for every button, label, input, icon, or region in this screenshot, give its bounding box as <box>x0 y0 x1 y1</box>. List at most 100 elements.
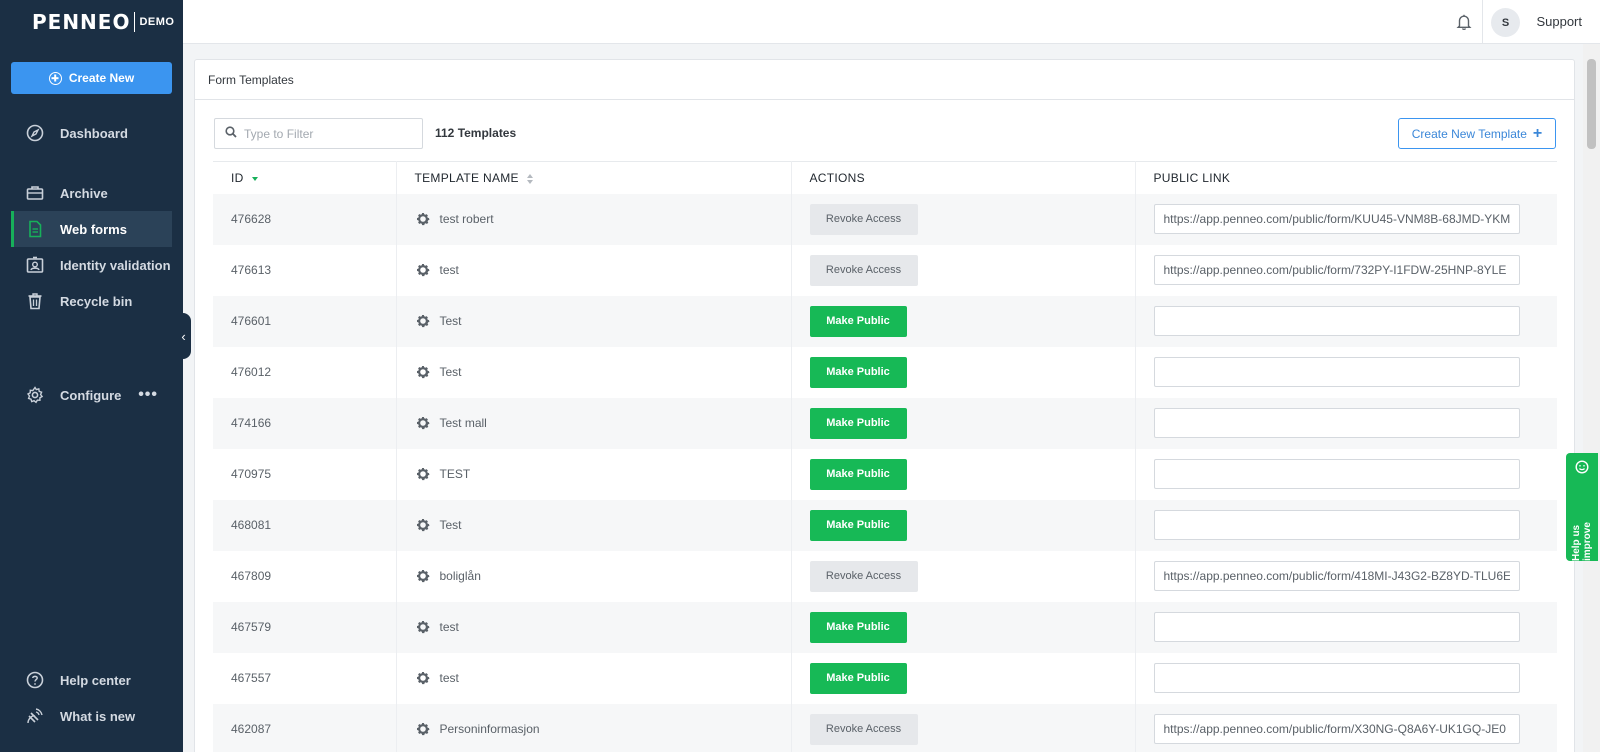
settings-gear-icon[interactable] <box>415 364 431 380</box>
sidebar-item-archive[interactable]: Archive <box>11 175 172 211</box>
sidebar-item-dashboard[interactable]: Dashboard <box>11 115 172 151</box>
template-id: 476012 <box>231 365 272 379</box>
make-public-button[interactable]: Make Public <box>809 407 907 439</box>
public-link-cell <box>1135 652 1557 704</box>
public-link-field[interactable] <box>1153 612 1520 642</box>
help-us-improve-label: Help us improve <box>1571 522 1593 561</box>
revoke-access-button[interactable]: Revoke Access <box>809 203 918 235</box>
scrollbar-thumb[interactable] <box>1587 59 1596 149</box>
bell-icon[interactable] <box>1455 13 1473 31</box>
settings-gear-icon[interactable] <box>415 262 431 278</box>
public-link-field[interactable] <box>1153 306 1520 336</box>
template-name-cell: test <box>396 244 792 296</box>
card-title: Form Templates <box>195 60 1574 100</box>
templates-table: ID TEMPLATE NAME ACTIONS PUBLIC LINK 476… <box>213 161 1557 752</box>
public-link-field[interactable] <box>1153 357 1520 387</box>
actions-cell: Make Public <box>791 397 1136 449</box>
trash-icon <box>25 291 45 311</box>
sidebar-item-label: Recycle bin <box>60 293 133 309</box>
public-link-field[interactable] <box>1153 663 1520 693</box>
page-scrollbar[interactable] <box>1583 44 1600 752</box>
template-name: boliglån <box>439 569 481 583</box>
column-header-id[interactable]: ID <box>213 161 397 194</box>
sidebar-item-what-is-new[interactable]: What is new <box>11 698 172 734</box>
sidebar-item-configure[interactable]: Configure ••• <box>11 377 172 413</box>
public-link-field[interactable] <box>1153 459 1520 489</box>
make-public-button[interactable]: Make Public <box>809 305 907 337</box>
sidebar-item-web-forms[interactable]: Web forms <box>11 211 172 247</box>
settings-gear-icon[interactable] <box>415 517 431 533</box>
settings-gear-icon[interactable] <box>415 211 431 227</box>
revoke-access-button[interactable]: Revoke Access <box>809 560 918 592</box>
plus-circle-icon <box>48 71 62 85</box>
public-link-field[interactable] <box>1153 510 1520 540</box>
user-name[interactable]: Support <box>1536 14 1582 29</box>
settings-gear-icon[interactable] <box>415 313 431 329</box>
create-new-template-button[interactable]: Create New Template + <box>1398 118 1556 149</box>
public-link-field[interactable] <box>1153 714 1520 744</box>
sidebar-item-recycle-bin[interactable]: Recycle bin <box>11 283 172 319</box>
template-name: test <box>439 620 459 634</box>
create-new-label: Create New <box>68 71 135 85</box>
public-link-field[interactable] <box>1153 204 1520 234</box>
question-circle-icon <box>25 670 45 690</box>
template-name: Personinformasjon <box>439 722 540 736</box>
filter-box[interactable] <box>214 118 423 149</box>
template-id: 467579 <box>231 620 272 634</box>
settings-gear-icon[interactable] <box>415 466 431 482</box>
sidebar-item-help-center[interactable]: Help center <box>11 662 172 698</box>
public-link-field[interactable] <box>1153 561 1520 591</box>
sidebar-item-label: Configure <box>60 387 122 403</box>
actions-cell: Revoke Access <box>791 703 1136 752</box>
template-name-cell: Personinformasjon <box>396 703 792 752</box>
make-public-button[interactable]: Make Public <box>809 611 907 643</box>
sidebar-item-identity-validation[interactable]: Identity validation <box>11 247 172 283</box>
public-link-cell <box>1135 193 1557 245</box>
make-public-button[interactable]: Make Public <box>809 509 907 541</box>
public-link-field[interactable] <box>1153 255 1520 285</box>
template-id-cell: 474166 <box>213 397 397 449</box>
settings-gear-icon[interactable] <box>415 670 431 686</box>
filter-input[interactable] <box>244 126 414 141</box>
make-public-button[interactable]: Make Public <box>809 356 907 388</box>
make-public-button[interactable]: Make Public <box>809 458 907 490</box>
table-row: 467579 test Make Public <box>213 601 1557 653</box>
template-id: 474166 <box>231 416 272 430</box>
top-bar: S Support <box>183 0 1600 44</box>
create-new-button[interactable]: Create New <box>11 62 172 94</box>
actions-cell: Make Public <box>791 295 1136 347</box>
column-header-label: PUBLIC LINK <box>1153 170 1231 185</box>
avatar[interactable]: S <box>1491 8 1520 37</box>
table-row: 470975 TEST Make Public <box>213 448 1557 500</box>
column-header-label: ID <box>231 170 244 185</box>
actions-cell: Make Public <box>791 448 1136 500</box>
compass-icon <box>25 123 45 143</box>
template-id-cell: 476613 <box>213 244 397 296</box>
revoke-access-button[interactable]: Revoke Access <box>809 254 918 286</box>
settings-gear-icon[interactable] <box>415 568 431 584</box>
table-row: 467557 test Make Public <box>213 652 1557 704</box>
id-card-icon <box>25 255 45 275</box>
more-options-icon[interactable]: ••• <box>138 386 158 404</box>
collapse-sidebar-button[interactable]: ‹ <box>176 313 191 359</box>
sidebar-item-label: Dashboard <box>60 125 128 141</box>
template-id-cell: 476012 <box>213 346 397 398</box>
column-header-public-link: PUBLIC LINK <box>1135 161 1557 194</box>
logo[interactable]: PENNEO DEMO <box>0 0 183 44</box>
settings-gear-icon[interactable] <box>415 721 431 737</box>
settings-gear-icon[interactable] <box>415 415 431 431</box>
template-name: Test mall <box>439 416 487 430</box>
help-us-improve-tab[interactable]: Help us improve <box>1566 453 1598 561</box>
revoke-access-button[interactable]: Revoke Access <box>809 713 918 745</box>
make-public-button[interactable]: Make Public <box>809 662 907 694</box>
template-id: 467557 <box>231 671 272 685</box>
table-row: 462087 Personinformasjon Revoke Access <box>213 703 1557 752</box>
sort-desc-icon <box>251 176 258 181</box>
template-name-cell: Test <box>396 499 792 551</box>
chevron-left-icon: ‹ <box>181 328 186 344</box>
template-id: 467809 <box>231 569 272 583</box>
column-header-template-name[interactable]: TEMPLATE NAME <box>396 161 792 194</box>
settings-gear-icon[interactable] <box>415 619 431 635</box>
public-link-field[interactable] <box>1153 408 1520 438</box>
template-id-cell: 470975 <box>213 448 397 500</box>
